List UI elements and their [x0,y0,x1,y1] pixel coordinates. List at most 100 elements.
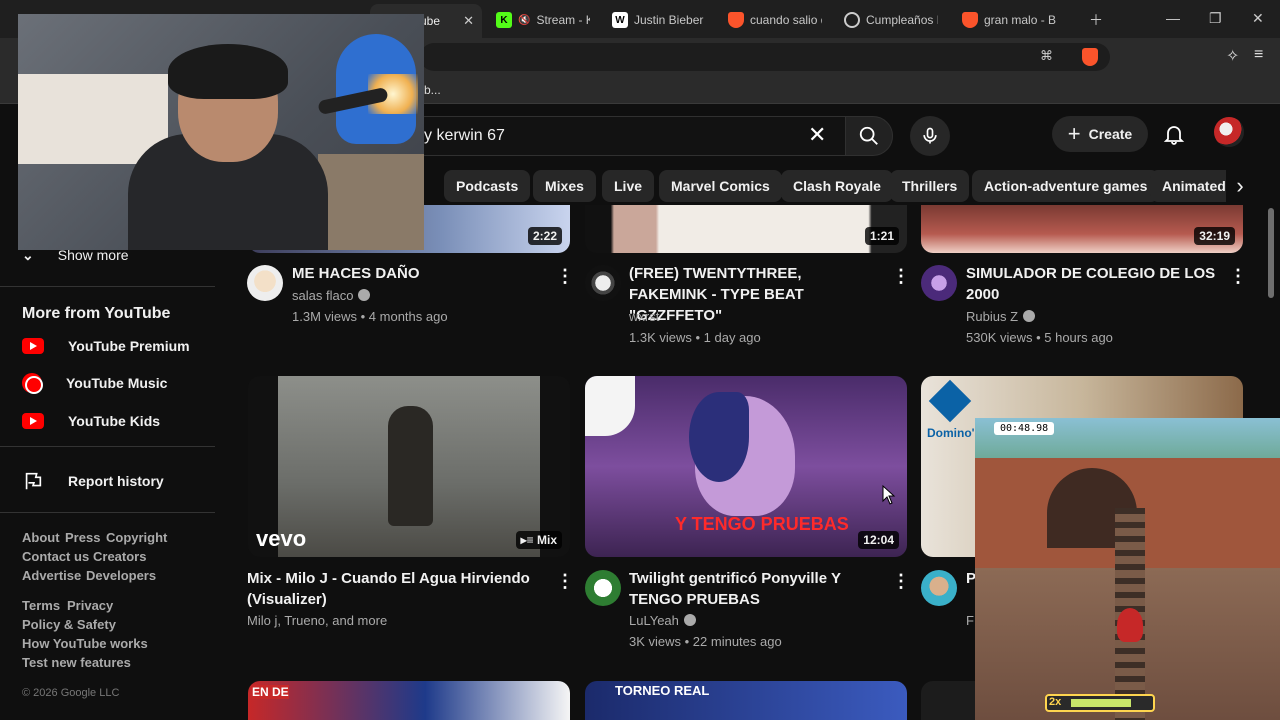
video-thumbnail[interactable]: TORNEO REAL [585,681,907,720]
footer-link-about[interactable]: About [22,530,60,545]
speedrun-timer: 00:48.98 [994,422,1055,435]
channel-name[interactable]: Rubius Z [966,306,1036,327]
sidebar-item-label: Report history [68,473,164,489]
chevron-right-icon[interactable]: › [1226,170,1254,202]
tab-wikipedia[interactable]: W Justin Bieber - [604,6,714,34]
maximize-icon[interactable]: ❐ [1209,10,1222,27]
video-thumbnail[interactable]: 1:21 [585,205,907,253]
channel-avatar[interactable] [921,265,957,301]
minimize-icon[interactable]: — [1166,10,1180,26]
account-avatar[interactable] [1214,117,1244,147]
create-label: Create [1088,126,1133,142]
scrollbar[interactable] [1268,208,1274,298]
voice-search-button[interactable] [910,116,950,156]
footer-link-advertise[interactable]: Advertise [22,568,81,583]
multiplier-label: 2x [1049,696,1062,708]
sidebar-item-youtube-premium[interactable]: YouTube Premium [22,334,190,358]
video-title[interactable]: Mix - Milo J - Cuando El Agua Hirviendo … [247,568,537,610]
table-image [318,154,424,250]
footer-link-privacy[interactable]: Privacy [67,598,113,613]
video-meta: 530K views • 5 hours ago [966,330,1113,345]
video-thumbnail[interactable]: Y TENGO PRUEBAS 12:04 [585,376,907,557]
video-thumbnail[interactable]: vevo ▸≡ Mix [248,376,570,557]
channel-name[interactable]: F [966,610,974,631]
channel-name[interactable]: Milo j, Trueno, and more [247,610,387,631]
extensions-icon[interactable]: ✧ [1226,46,1239,66]
duration-badge: 12:04 [858,531,899,549]
search-icon [859,126,878,145]
footer-link-press[interactable]: Press [65,530,100,545]
sidebar-item-report-history[interactable]: Report history [22,469,164,493]
footer-link-developers[interactable]: Developers [86,568,156,583]
address-bar[interactable] [420,43,1110,71]
tab-title: cuando salio d [750,13,822,27]
footer-link-creators[interactable]: Creators [93,549,146,564]
more-options-icon[interactable]: ⋮ [892,571,910,592]
channel-avatar[interactable] [247,265,283,301]
sidebar-item-youtube-music[interactable]: YouTube Music [22,371,167,395]
tab-title: Justin Bieber - [634,13,706,27]
brave-shields-icon[interactable] [1082,48,1098,66]
translate-icon[interactable]: ⌘ [1040,48,1053,64]
more-options-icon[interactable]: ⋮ [556,266,574,287]
notifications-bell-icon[interactable] [1162,122,1186,146]
channel-avatar[interactable] [585,570,621,606]
video-thumbnail[interactable]: EN DE [248,681,570,720]
chip-marvel-comics[interactable]: Marvel Comics [659,170,782,202]
filter-chips: Podcasts Mixes Live Marvel Comics Clash … [420,170,1260,202]
tab-stream[interactable]: K 🔇 Stream - K [488,6,598,34]
multiplier-bar: 2x [1045,694,1155,712]
video-thumbnail[interactable]: 32:19 [921,205,1243,253]
thumbnail-caption: Y TENGO PRUEBAS [675,514,849,534]
thumbnail-brand-text: Domino's [927,426,982,440]
channel-name[interactable]: LuLYeah [629,610,696,631]
close-icon[interactable]: ✕ [463,13,474,29]
footer-link-how-youtube-works[interactable]: How YouTube works [22,636,148,651]
channel-avatar[interactable] [921,570,957,606]
channel-name[interactable]: wxrst [629,306,659,327]
clear-search-icon[interactable]: ✕ [808,122,826,148]
tab-brave-search-1[interactable]: cuando salio d [720,6,830,34]
footer-link-test-features[interactable]: Test new features [22,655,131,670]
create-button[interactable]: + Create [1052,116,1148,152]
mix-label: Mix [536,533,557,547]
player-character [1117,608,1143,642]
video-title[interactable]: ME HACES DAÑO [292,263,542,284]
footer-link-policy-safety[interactable]: Policy & Safety [22,617,116,632]
chip-clash-royale[interactable]: Clash Royale [781,170,893,202]
footer-link-terms[interactable]: Terms [22,598,60,613]
close-window-icon[interactable]: ✕ [1252,10,1264,27]
sidebar-heading: More from YouTube [22,305,171,322]
search-input[interactable]: y kerwin 67 [405,116,845,156]
mix-badge: ▸≡ Mix [515,531,562,549]
brave-icon [728,12,744,28]
video-title[interactable]: Twilight gentrificó Ponyville Y TENGO PR… [629,568,889,610]
more-options-icon[interactable]: ⋮ [1229,266,1247,287]
tab-brave-search-2[interactable]: gran malo - Br [954,6,1064,34]
chip-thrillers[interactable]: Thrillers [890,170,970,202]
video-title[interactable]: (FREE) TWENTYTHREE, FAKEMINK - TYPE BEAT… [629,263,879,326]
chip-podcasts[interactable]: Podcasts [444,170,531,202]
sidebar-item-youtube-kids[interactable]: YouTube Kids [22,409,160,433]
trollface-sticker [585,376,635,436]
channel-avatar[interactable] [585,265,621,301]
tab-chatgpt[interactable]: Cumpleaños F [836,6,946,34]
footer-link-copyright[interactable]: Copyright [106,530,167,545]
search-button[interactable] [845,116,893,156]
new-tab-icon[interactable]: ＋ [1089,10,1103,30]
channel-name[interactable]: salas flaco [292,285,371,306]
chip-live[interactable]: Live [602,170,655,202]
more-options-icon[interactable]: ⋮ [556,571,574,592]
footer-link-contact[interactable]: Contact us [22,549,89,564]
bookmark-item[interactable]: b... [424,83,441,97]
more-options-icon[interactable]: ⋮ [892,266,910,287]
chatgpt-icon [844,12,860,28]
video-thumbnail[interactable] [921,681,981,720]
chip-mixes[interactable]: Mixes [533,170,596,202]
verified-icon [358,289,371,301]
menu-icon[interactable]: ≡ [1254,46,1263,64]
dominos-logo-icon [928,379,972,423]
video-title[interactable]: SIMULADOR DE COLEGIO DE LOS 2000 [966,263,1216,305]
chip-action-adventure[interactable]: Action-adventure games [972,170,1160,202]
sidebar-item-label: YouTube Music [66,375,168,391]
